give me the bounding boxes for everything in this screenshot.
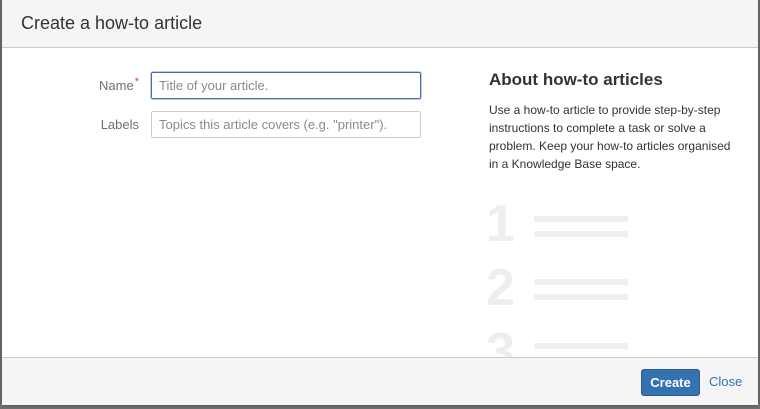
step-line-1b	[534, 231, 628, 237]
step-number-1: 1	[486, 195, 515, 253]
dialog-header: Create a how-to article	[2, 0, 758, 48]
required-marker: *	[134, 76, 139, 88]
labels-label: Labels	[100, 117, 139, 132]
create-how-to-dialog: Create a how-to article Name* Labels Abo…	[2, 0, 758, 405]
close-link[interactable]: Close	[709, 374, 742, 389]
dialog-footer: Create Close	[2, 357, 758, 405]
name-label: Name*	[99, 76, 139, 93]
dialog-title: Create a how-to article	[21, 13, 203, 33]
name-row: Name*	[2, 72, 442, 100]
step-line-1a	[534, 216, 628, 222]
about-description: Use a how-to article to provide step-by-…	[489, 103, 731, 171]
step-number-2: 2	[486, 259, 515, 317]
labels-input[interactable]	[151, 111, 421, 138]
create-button[interactable]: Create	[641, 369, 700, 396]
step-line-3a	[534, 343, 628, 349]
labels-row: Labels	[2, 111, 442, 139]
step-line-2a	[534, 279, 628, 285]
name-label-text: Name	[99, 78, 134, 93]
name-input[interactable]	[151, 72, 421, 99]
step-line-2b	[534, 294, 628, 300]
about-title: About how-to articles	[489, 70, 663, 89]
